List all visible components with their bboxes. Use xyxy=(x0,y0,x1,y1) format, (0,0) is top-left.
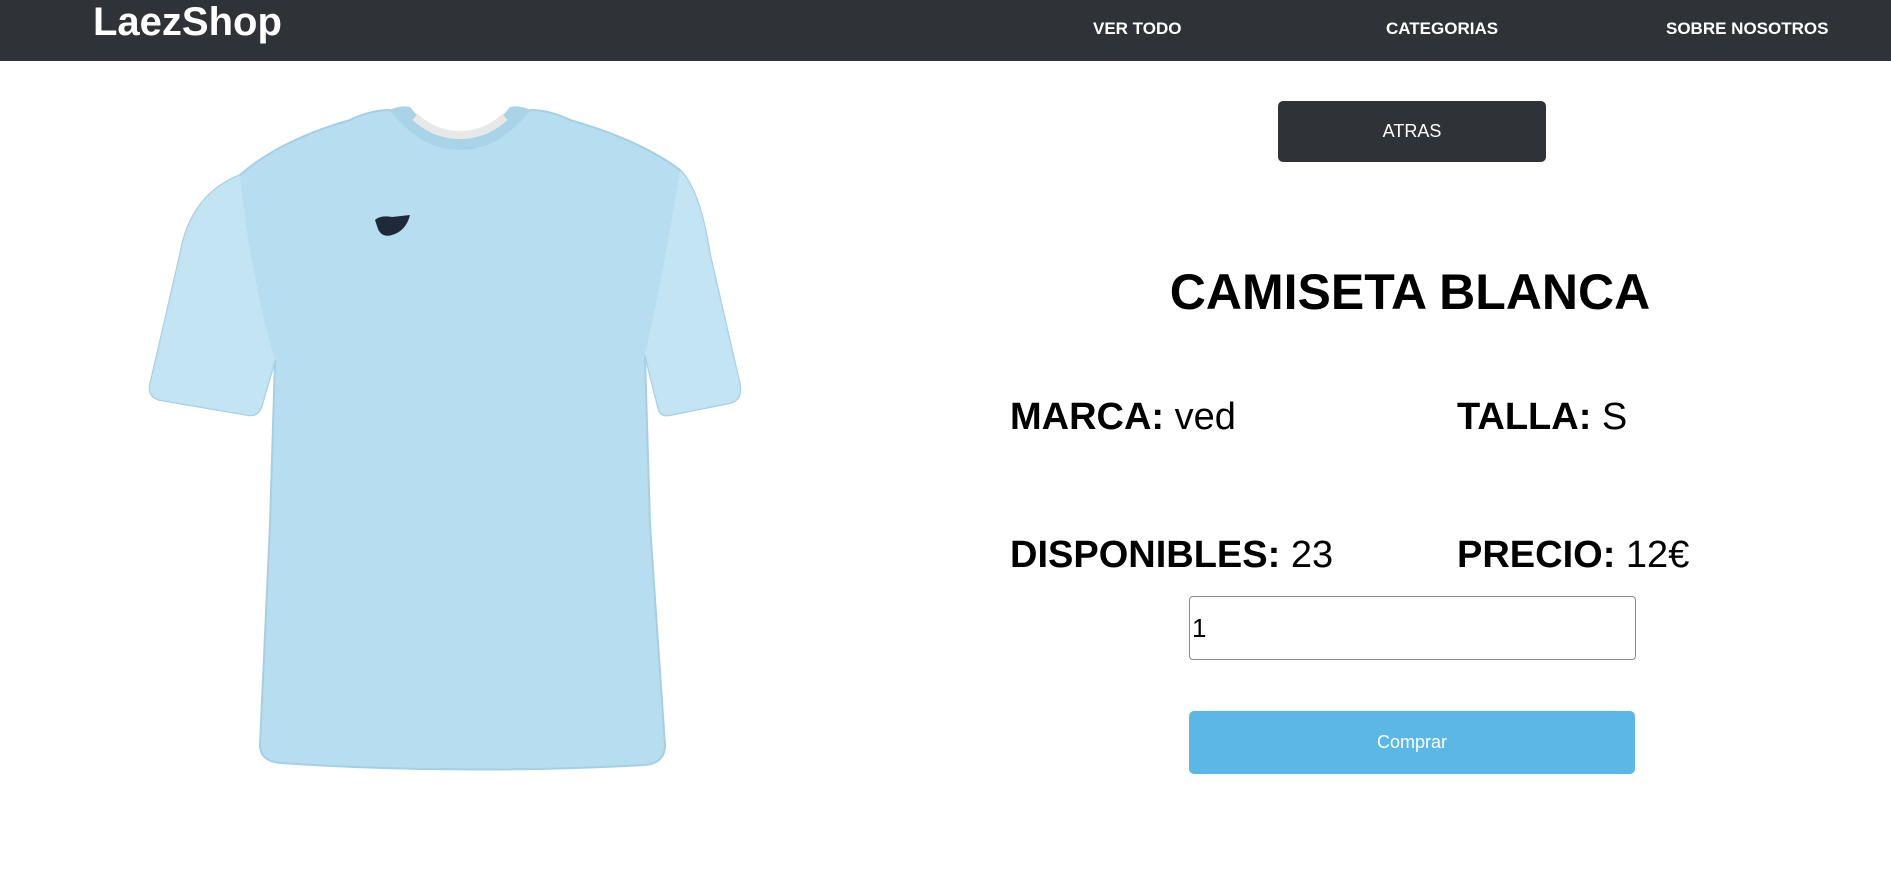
product-title: CAMISETA BLANCA xyxy=(1169,264,1651,320)
size-attribute: TALLA: S xyxy=(1457,394,1627,440)
price-value: 12€ xyxy=(1625,534,1690,576)
size-label: TALLA: xyxy=(1457,396,1592,438)
brand-logo-link[interactable]: LaezShop xyxy=(93,0,282,44)
nav-categorias-link[interactable]: CATEGORIAS xyxy=(1386,19,1498,39)
price-attribute: PRECIO: 12€ xyxy=(1457,532,1689,578)
top-navbar: LaezShop VER TODO CATEGORIAS SOBRE NOSOT… xyxy=(0,0,1891,61)
brand-value: ved xyxy=(1174,396,1236,438)
stock-label: DISPONIBLES: xyxy=(1010,534,1281,576)
buy-button[interactable]: Comprar xyxy=(1189,711,1635,774)
brand-attribute: MARCA: ved xyxy=(1010,394,1236,440)
stock-value: 23 xyxy=(1290,534,1334,576)
stock-attribute: DISPONIBLES: 23 xyxy=(1010,532,1333,578)
price-label: PRECIO: xyxy=(1457,534,1616,576)
size-value: S xyxy=(1601,396,1628,438)
nav-ver-todo-link[interactable]: VER TODO xyxy=(1093,19,1181,39)
back-button[interactable]: ATRAS xyxy=(1278,101,1546,162)
tshirt-image xyxy=(148,106,742,771)
nav-sobre-nosotros-link[interactable]: SOBRE NOSOTROS xyxy=(1666,19,1828,39)
brand-label: MARCA: xyxy=(1010,396,1165,438)
quantity-input[interactable] xyxy=(1189,596,1636,660)
product-image xyxy=(130,95,830,795)
